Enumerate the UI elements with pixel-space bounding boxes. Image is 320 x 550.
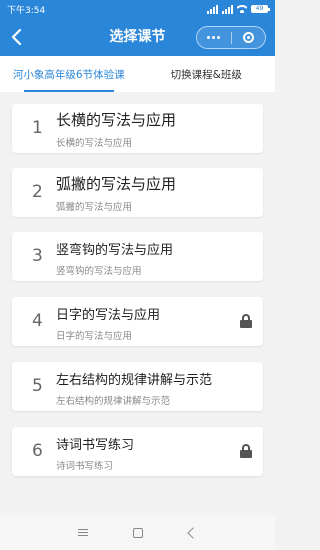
system-back-button[interactable]: [178, 518, 208, 548]
lesson-title: 诗词书写练习: [56, 438, 135, 453]
lesson-subtitle: 竖弯钩的写法与应用: [56, 266, 142, 277]
lesson-number: 3: [32, 246, 43, 266]
battery-icon: 49: [251, 5, 270, 13]
lesson-title: 弧撇的写法与应用: [56, 175, 177, 193]
lesson-card-3[interactable]: 3 竖弯钩的写法与应用 竖弯钩的写法与应用: [12, 232, 263, 281]
lesson-card-1[interactable]: 1 长横的写法与应用 长横的写法与应用: [12, 104, 263, 153]
lesson-status: [239, 314, 253, 328]
lesson-card-4[interactable]: 4 日字的写法与应用 日字的写法与应用: [12, 297, 263, 346]
mini-program-capsule: [196, 26, 266, 49]
signal-icon-2: [222, 4, 233, 14]
square-icon: [132, 527, 143, 538]
lesson-card-6[interactable]: 6 诗词书写练习 诗词书写练习: [12, 427, 263, 476]
more-dots-icon: [207, 36, 221, 39]
menu-lines-icon: [77, 529, 88, 536]
more-button[interactable]: [197, 27, 231, 48]
chevron-left-icon: [11, 29, 21, 45]
lesson-number: 1: [32, 118, 43, 138]
close-button[interactable]: [232, 27, 266, 48]
system-nav-bar: [0, 515, 275, 550]
tab-course[interactable]: 河小象高年级6节体验课: [0, 56, 138, 92]
home-button[interactable]: [123, 518, 153, 548]
recent-apps-button[interactable]: [68, 518, 98, 548]
lesson-card-2[interactable]: 2 弧撇的写法与应用 弧撇的写法与应用: [12, 168, 263, 217]
lesson-title: 左右结构的规律讲解与示范: [56, 373, 213, 388]
lesson-status: [239, 444, 253, 458]
target-icon: [242, 32, 254, 43]
wifi-icon: [237, 5, 247, 13]
lesson-number: 5: [32, 376, 43, 396]
lesson-title: 竖弯钩的写法与应用: [56, 243, 174, 258]
lesson-subtitle: 弧撇的写法与应用: [56, 202, 133, 213]
status-icons: 49: [207, 4, 270, 14]
status-bar: 下午3:54 49: [0, 0, 275, 18]
lesson-status: [239, 121, 253, 135]
lesson-subtitle: 长横的写法与应用: [56, 138, 133, 149]
lesson-subtitle: 诗词书写练习: [56, 461, 114, 472]
lesson-card-5[interactable]: 5 左右结构的规律讲解与示范 左右结构的规律讲解与示范: [12, 362, 263, 411]
lesson-number: 6: [32, 441, 43, 461]
tab-switch-course[interactable]: 切换课程&班级: [138, 56, 276, 92]
lesson-title: 长横的写法与应用: [56, 111, 177, 129]
tab-bar: 河小象高年级6节体验课 切换课程&班级: [0, 56, 275, 92]
chevron-left-icon: [186, 526, 199, 539]
title-bar: 选择课节: [0, 18, 275, 56]
lesson-title: 日字的写法与应用: [56, 308, 161, 323]
lesson-subtitle: 左右结构的规律讲解与示范: [56, 396, 171, 407]
lesson-subtitle: 日字的写法与应用: [56, 331, 133, 342]
lesson-number: 4: [32, 311, 43, 331]
status-time: 下午3:54: [7, 5, 46, 16]
back-button[interactable]: [6, 25, 26, 49]
lesson-number: 2: [32, 182, 43, 202]
lesson-status: [239, 185, 253, 199]
signal-icon: [207, 4, 218, 14]
